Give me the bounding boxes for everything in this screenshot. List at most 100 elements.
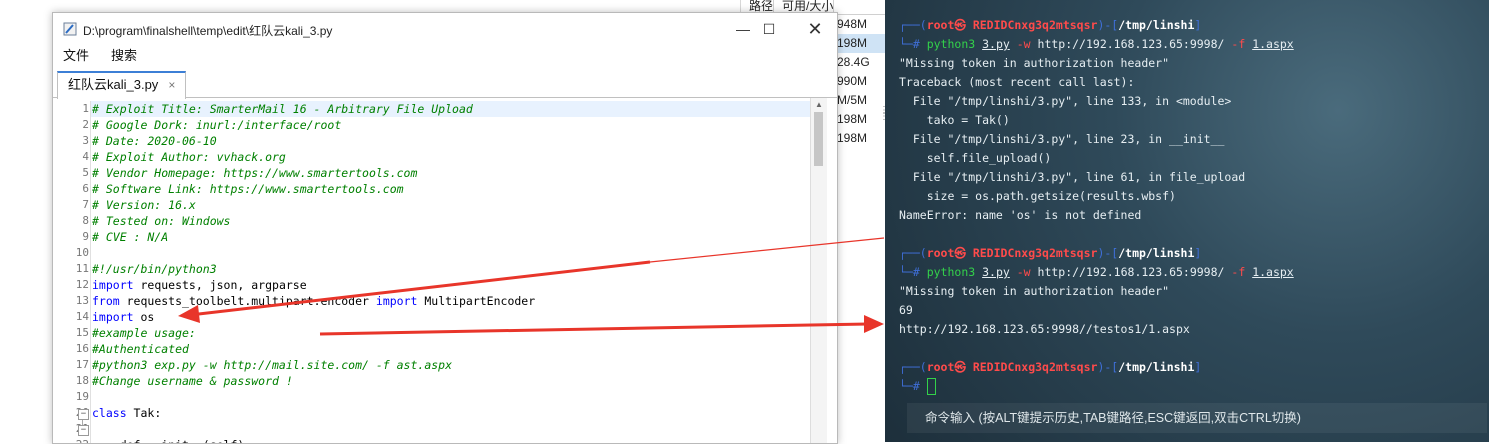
terminal-line: File "/tmp/linshi/3.py", line 61, in fil… [899, 168, 1489, 187]
code-line[interactable]: class Tak: [91, 405, 811, 421]
code-line[interactable]: # Software Link: https://www.smartertool… [91, 181, 811, 197]
terminal-text: └─# [899, 379, 927, 393]
file-size-cell[interactable]: 948M [837, 15, 886, 34]
menu-bar: 文件 搜索 [53, 45, 847, 67]
terminal-text: "Missing token in authorization header" [899, 56, 1170, 70]
code-line[interactable]: #example usage: [91, 325, 811, 341]
code-line[interactable] [91, 421, 811, 437]
terminal-line: http://192.168.123.65:9998//testos1/1.as… [899, 320, 1489, 339]
code-line[interactable]: # Version: 16.x [91, 197, 811, 213]
code-line[interactable]: def __init__(self): [91, 437, 811, 443]
tab-close-icon[interactable]: × [168, 78, 175, 92]
code-line[interactable]: #Authenticated [91, 341, 811, 357]
code-line[interactable]: #!/usr/bin/python3 [91, 261, 811, 277]
line-number: 17 [75, 358, 89, 371]
terminal-text: 3.py [982, 37, 1010, 51]
terminal-line: NameError: name 'os' is not defined [899, 206, 1489, 225]
line-number: 8 [82, 214, 89, 227]
code-text: requests_toolbelt.multipart.encoder [119, 294, 376, 308]
terminal-text: http://192.168.123.65:9998/ [1030, 265, 1225, 279]
terminal-line: ┌──(root㉿ REDIDCnxg3q2mtsqsr)-[/tmp/lins… [899, 16, 1489, 35]
code-comment: #Authenticated [92, 342, 189, 356]
code-line[interactable]: #python3 exp.py -w http://mail.site.com/… [91, 357, 811, 373]
terminal-text: ] [1194, 246, 1202, 260]
code-line[interactable]: # Tested on: Windows [91, 213, 811, 229]
line-number: 18 [75, 374, 89, 387]
code-line[interactable]: #Change username & password ! [91, 373, 811, 389]
line-number-gutter: 12345678910111213141516171819202122 [53, 101, 89, 443]
terminal-line: └─# python3 3.py -w http://192.168.123.6… [899, 263, 1489, 282]
code-comment: #example usage: [92, 326, 196, 340]
terminal-text: └─# [899, 265, 927, 279]
line-number: 7 [82, 198, 89, 211]
code-line[interactable]: # Google Dork: inurl:/interface/root [91, 117, 811, 133]
code-line[interactable]: from requests_toolbelt.multipart.encoder… [91, 293, 811, 309]
terminal-line: size = os.path.getsize(results.wbsf) [899, 187, 1489, 206]
terminal-text: )-[ [1097, 246, 1119, 260]
line-number: 5 [82, 166, 89, 179]
line-number: 12 [75, 278, 89, 291]
terminal-panel[interactable]: ┌──(root㉿ REDIDCnxg3q2mtsqsr)-[/tmp/lins… [885, 0, 1489, 442]
file-size-cell[interactable]: 990M [837, 72, 886, 91]
code-editor[interactable]: 12345678910111213141516171819202122 − − … [53, 98, 837, 443]
code-line[interactable]: # Date: 2020-06-10 [91, 133, 811, 149]
terminal-text: http://192.168.123.65:9998/ [1030, 37, 1225, 51]
code-comment: #Change username & password ! [92, 374, 293, 388]
code-text: os [133, 310, 155, 324]
code-comment: #!/usr/bin/python3 [92, 262, 217, 276]
code-keyword: from [92, 294, 120, 308]
code-comment: # Vendor Homepage: https://www.smarterto… [92, 166, 418, 180]
close-icon[interactable]: ✕ [805, 19, 825, 39]
code-line[interactable]: # Exploit Title: SmarterMail 16 - Arbitr… [91, 101, 811, 117]
terminal-text: root㉿ REDIDCnxg3q2mtsqsr [926, 18, 1098, 32]
terminal-line: └─# python3 3.py -w http://192.168.123.6… [899, 35, 1489, 54]
terminal-text: File "/tmp/linshi/3.py", line 133, in <m… [899, 94, 1232, 108]
code-line[interactable]: import os [91, 309, 811, 325]
menu-file[interactable]: 文件 [63, 45, 89, 67]
menu-search[interactable]: 搜索 [111, 45, 137, 67]
code-line[interactable]: # Exploit Author: vvhack.org [91, 149, 811, 165]
code-line[interactable]: import requests, json, argparse [91, 277, 811, 293]
terminal-text: ] [1194, 360, 1202, 374]
line-number: 9 [82, 230, 89, 243]
code-comment: # Tested on: Windows [92, 214, 231, 228]
code-line[interactable]: # Vendor Homepage: https://www.smarterto… [91, 165, 811, 181]
terminal-text: 1.aspx [1252, 265, 1294, 279]
fold-toggle-icon[interactable]: − [78, 425, 89, 436]
terminal-line: "Missing token in authorization header" [899, 282, 1489, 301]
maximize-icon[interactable]: ☐ [759, 19, 779, 39]
fold-toggle-icon[interactable]: − [78, 409, 89, 420]
scrollbar-thumb[interactable] [814, 112, 823, 166]
terminal-text: -w [1009, 37, 1031, 51]
tab-label: 红队云kali_3.py [68, 77, 159, 92]
code-text: def __init__(self): [92, 438, 252, 443]
line-number: 13 [75, 294, 89, 307]
file-size-cell[interactable]: 198M [837, 129, 886, 148]
code-line[interactable]: # CVE : N/A [91, 229, 811, 245]
terminal-line: File "/tmp/linshi/3.py", line 133, in <m… [899, 92, 1489, 111]
line-number: 15 [75, 326, 89, 339]
terminal-text: NameError: name 'os' is not defined [899, 208, 1142, 222]
vertical-scrollbar[interactable]: ▲ [810, 98, 827, 443]
title-bar[interactable]: D:\program\finalshell\temp\edit\红队云kali_… [53, 13, 837, 45]
line-number: 6 [82, 182, 89, 195]
line-number: 4 [82, 150, 89, 163]
terminal-line: ┌──(root㉿ REDIDCnxg3q2mtsqsr)-[/tmp/lins… [899, 358, 1489, 377]
command-input[interactable]: 命令输入 (按ALT键提示历史,TAB键路径,ESC键返回,双击CTRL切换) [907, 403, 1487, 433]
code-line[interactable] [91, 389, 811, 405]
terminal-text: root㉿ REDIDCnxg3q2mtsqsr [926, 360, 1098, 374]
code-lines[interactable]: # Exploit Title: SmarterMail 16 - Arbitr… [90, 101, 811, 443]
minimize-icon[interactable]: — [733, 19, 753, 39]
code-text: requests, json, argparse [133, 278, 307, 292]
terminal-cursor[interactable] [926, 378, 936, 395]
tab-kali-3-py[interactable]: 红队云kali_3.py × [57, 71, 187, 99]
editor-window: D:\program\finalshell\temp\edit\红队云kali_… [52, 12, 838, 444]
code-comment: #python3 exp.py -w http://mail.site.com/… [92, 358, 453, 372]
code-keyword: import [92, 310, 134, 324]
scroll-up-icon[interactable]: ▲ [811, 100, 827, 109]
terminal-line: File "/tmp/linshi/3.py", line 23, in __i… [899, 130, 1489, 149]
line-number: 1 [82, 102, 89, 115]
code-line[interactable] [91, 245, 811, 261]
code-comment: # Exploit Title: SmarterMail 16 - Arbitr… [92, 102, 473, 116]
